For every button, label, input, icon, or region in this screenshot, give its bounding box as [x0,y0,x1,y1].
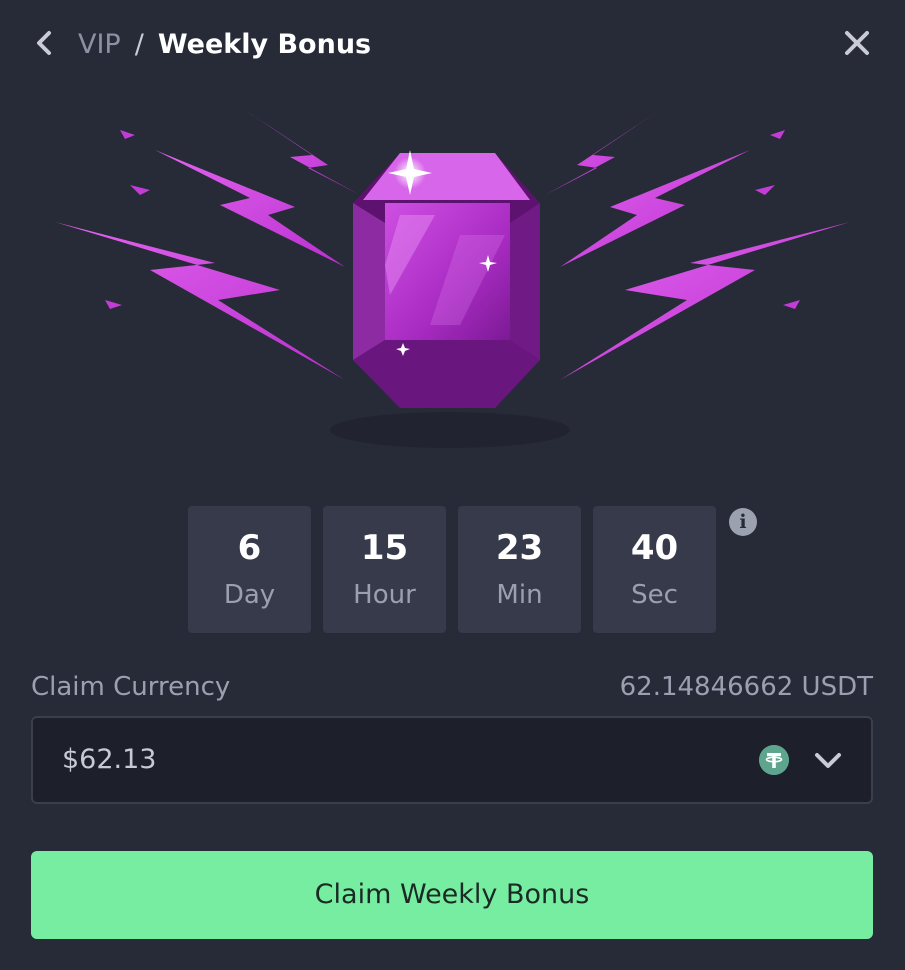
currency-select[interactable]: $62.13 [31,716,873,804]
countdown-unit: Hour [353,579,416,610]
info-icon[interactable]: i [729,508,757,536]
breadcrumb-separator: / [134,29,144,60]
countdown-timer: 6 Day 15 Hour 23 Min 40 Sec [188,506,716,633]
countdown-days: 6 Day [188,506,311,633]
countdown-unit: Min [496,579,543,610]
chevron-left-icon [37,31,51,55]
breadcrumb-vip-link[interactable]: VIP [78,29,121,60]
breadcrumb: VIP / Weekly Bonus [78,28,371,62]
countdown-unit: Day [223,579,276,610]
countdown-value: 23 [495,527,544,568]
selected-amount: $62.13 [62,744,157,775]
countdown-seconds: 40 Sec [593,506,716,633]
gem-with-lightning-icon [55,110,850,448]
close-icon [845,31,869,55]
back-button[interactable] [30,26,58,60]
claim-currency-label: Claim Currency [31,672,231,702]
page-title: Weekly Bonus [157,29,372,60]
countdown-value: 6 [237,527,262,568]
weekly-bonus-modal: VIP / Weekly Bonus 6 Day 15 Hour 23 Min … [0,0,905,970]
countdown-unit: Sec [631,579,678,610]
chevron-down-icon[interactable] [813,746,843,774]
modal-header: VIP / Weekly Bonus [0,0,905,90]
countdown-value: 15 [360,527,409,568]
tether-icon [759,745,789,775]
close-button[interactable] [839,26,875,60]
countdown-value: 40 [630,527,679,568]
countdown-minutes: 23 Min [458,506,581,633]
hero-illustration [40,95,865,460]
countdown-hours: 15 Hour [323,506,446,633]
claim-balance: 62.14846662 USDT [619,672,873,702]
claim-weekly-bonus-button[interactable]: Claim Weekly Bonus [31,851,873,939]
